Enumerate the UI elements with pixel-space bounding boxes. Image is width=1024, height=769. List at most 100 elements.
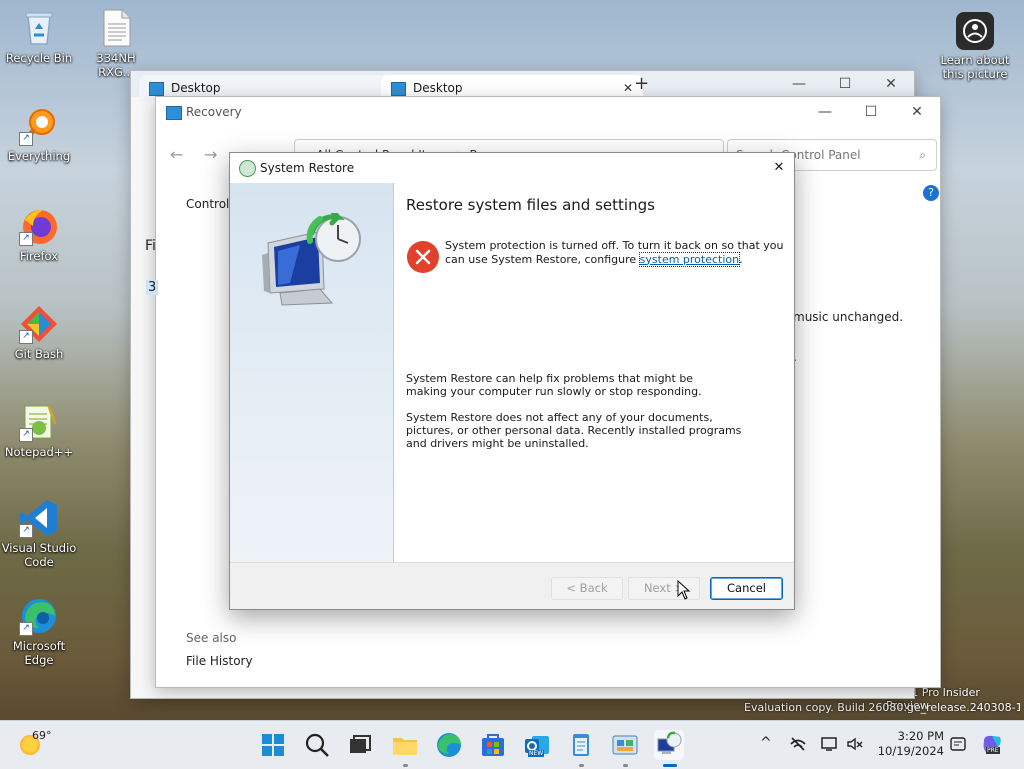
- desktop-icon-label: Notepad++: [4, 445, 74, 459]
- outlook-icon[interactable]: NEW: [522, 730, 552, 760]
- dialog-title: System Restore: [260, 161, 355, 175]
- running-indicator: [623, 764, 628, 767]
- running-indicator: [403, 764, 408, 767]
- desktop-icon-vscode[interactable]: ↗ Visual Studio Code: [1, 498, 77, 569]
- clock[interactable]: 3:20 PM 10/19/2024: [876, 729, 944, 759]
- shortcut-arrow-icon: ↗: [19, 132, 33, 146]
- folder-icon: [149, 82, 164, 96]
- learn-about-label: Learn about this picture: [940, 53, 1010, 81]
- desktop-icon-label: Firefox: [19, 249, 59, 263]
- tab-label: Desktop: [171, 81, 221, 95]
- see-also-heading: See also: [186, 631, 237, 645]
- dialog-close-button[interactable]: ✕: [764, 153, 794, 183]
- dialog-side-panel: [230, 183, 394, 562]
- system-protection-link[interactable]: system protection: [638, 251, 741, 267]
- desktop-icon-everything[interactable]: ↗ Everything: [1, 106, 77, 163]
- info-paragraph-2: System Restore does not affect any of yo…: [406, 411, 742, 450]
- show-hidden-icons-button[interactable]: ^: [760, 735, 772, 751]
- clock-date: 10/19/2024: [877, 744, 944, 758]
- volume-muted-icon[interactable]: [846, 735, 864, 757]
- firefox-icon: ↗: [19, 206, 59, 246]
- running-indicator: [579, 764, 584, 767]
- close-icon[interactable]: ✕: [894, 97, 940, 127]
- git-bash-icon: ↗: [19, 304, 59, 344]
- desktop-icon-edge[interactable]: ↗ Microsoft Edge: [1, 596, 77, 667]
- explorer-tabbar: Desktop ✕ Desktop ✕ + — ☐ ✕: [131, 71, 914, 101]
- shortcut-arrow-icon: ↗: [19, 232, 33, 246]
- system-restore-dialog[interactable]: System Restore ✕ Restore system files an…: [229, 152, 795, 610]
- mouse-cursor-icon: [677, 580, 691, 600]
- vscode-icon: ↗: [19, 498, 59, 538]
- desktop-icon-label: Recycle Bin: [5, 51, 73, 65]
- watermark-line2: Evaluation copy. Build 26080.ge_release.…: [744, 701, 1020, 714]
- desktop-icon-git-bash[interactable]: ↗ Git Bash: [1, 304, 77, 361]
- recovery-titlebar: Recovery — ☐ ✕: [156, 97, 940, 127]
- minimize-icon[interactable]: —: [776, 71, 822, 97]
- magnifier-icon: ↗: [19, 106, 59, 146]
- store-icon[interactable]: [478, 730, 508, 760]
- sidebar-control-panel-home[interactable]: Control Panel Home: [186, 197, 234, 211]
- dialog-titlebar: System Restore ✕: [230, 153, 794, 183]
- notifications-icon[interactable]: [949, 735, 967, 757]
- start-button[interactable]: [258, 730, 288, 760]
- desktop-icon-notepadpp[interactable]: ↗ Notepad++: [1, 402, 77, 459]
- minimize-icon[interactable]: —: [802, 97, 848, 127]
- shortcut-arrow-icon: ↗: [19, 330, 33, 344]
- taskbar: 69° NEW ^ 3:20 PM 10/19/2024 PRE: [0, 720, 1024, 769]
- help-icon[interactable]: ?: [923, 185, 939, 201]
- new-tab-button[interactable]: +: [634, 73, 649, 94]
- notepad-icon[interactable]: [566, 730, 596, 760]
- shortcut-arrow-icon: ↗: [19, 622, 33, 636]
- weather-widget[interactable]: 69°: [20, 729, 80, 759]
- forward-arrow-icon[interactable]: →: [204, 145, 217, 164]
- edge-taskbar-icon[interactable]: [434, 730, 464, 760]
- system-restore-taskbar-icon[interactable]: [654, 730, 684, 760]
- active-app-indicator: [663, 764, 677, 767]
- error-line-1: System protection is turned off. To turn…: [445, 239, 784, 252]
- back-arrow-icon[interactable]: ←: [170, 145, 183, 164]
- edge-icon: ↗: [19, 596, 59, 636]
- task-view-icon[interactable]: [345, 730, 375, 760]
- copilot-icon[interactable]: PRE: [980, 733, 1004, 757]
- control-panel-taskbar-icon[interactable]: [610, 730, 640, 760]
- desktop-icon-file[interactable]: 334NH RXG...: [78, 8, 154, 79]
- search-icon[interactable]: [302, 730, 332, 760]
- network-offline-icon[interactable]: [789, 735, 807, 757]
- desktop-icon-firefox[interactable]: ↗ Firefox: [1, 206, 77, 263]
- desktop-icon-recycle-bin[interactable]: Recycle Bin: [1, 8, 77, 65]
- error-line-2-end: .: [739, 252, 743, 266]
- document-icon: [96, 8, 136, 48]
- display-icon[interactable]: [820, 735, 838, 757]
- shortcut-arrow-icon: ↗: [19, 428, 33, 442]
- dialog-heading: Restore system files and settings: [406, 196, 655, 214]
- outlook-new-badge: NEW: [528, 750, 545, 757]
- search-icon: ⌕: [919, 148, 926, 162]
- restore-computer-icon: [262, 213, 361, 306]
- dialog-footer: < Back Next > Cancel: [230, 562, 794, 609]
- camera-spotlight-icon: [956, 12, 994, 50]
- file-history-link[interactable]: File History: [186, 654, 253, 668]
- error-line-2: can use System Restore, configure system…: [445, 251, 785, 267]
- file-explorer-icon[interactable]: [390, 730, 420, 760]
- error-line-2-text: can use System Restore, configure: [445, 252, 640, 266]
- info-paragraph-1: System Restore can help fix problems tha…: [406, 372, 702, 398]
- folder-icon: [391, 82, 406, 96]
- partial-item: 3: [146, 280, 159, 295]
- close-icon[interactable]: ✕: [868, 71, 914, 97]
- cancel-button[interactable]: Cancel: [710, 577, 783, 600]
- tab-label: Desktop: [413, 81, 463, 95]
- system-restore-icon: [239, 160, 256, 177]
- window-title: Recovery: [186, 105, 242, 119]
- maximize-icon[interactable]: ☐: [848, 97, 894, 127]
- shortcut-arrow-icon: ↗: [19, 524, 33, 538]
- maximize-icon[interactable]: ☐: [822, 71, 868, 97]
- weather-temp: 69°: [32, 729, 52, 742]
- recovery-description-tail: music unchanged.: [793, 310, 904, 324]
- back-button[interactable]: < Back: [551, 577, 623, 600]
- control-panel-icon: [166, 106, 182, 120]
- clock-time: 3:20 PM: [897, 729, 944, 743]
- learn-about-picture[interactable]: Learn about this picture: [936, 12, 1014, 81]
- desktop-icon-label: Git Bash: [14, 347, 64, 361]
- error-icon: [407, 241, 439, 273]
- desktop-icon-label: Microsoft Edge: [12, 639, 66, 667]
